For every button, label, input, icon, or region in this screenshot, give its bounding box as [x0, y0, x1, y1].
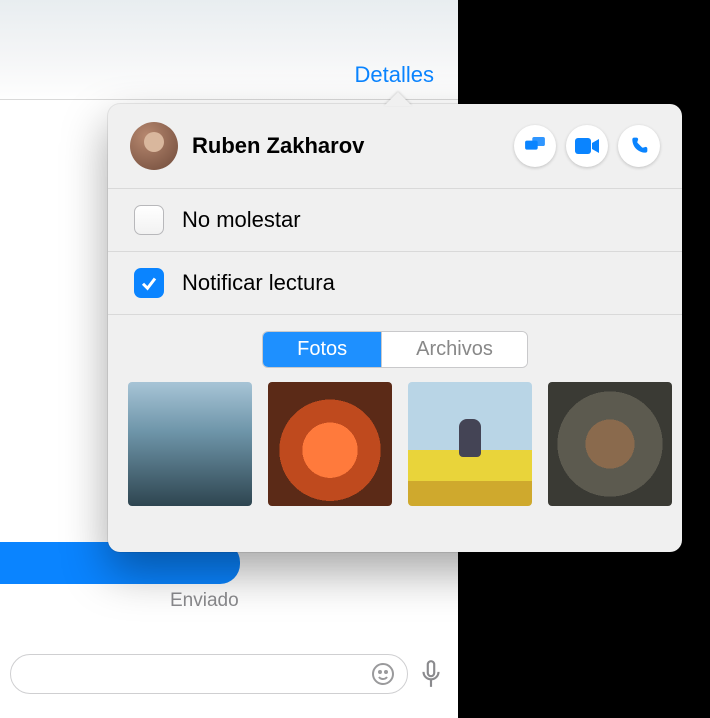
mic-icon[interactable]: [418, 659, 448, 689]
do-not-disturb-checkbox[interactable]: [134, 205, 164, 235]
video-icon: [575, 138, 599, 154]
message-input[interactable]: [10, 654, 408, 694]
do-not-disturb-label: No molestar: [182, 207, 301, 233]
share-screen-button[interactable]: [514, 125, 556, 167]
read-receipts-row: Notificar lectura: [108, 252, 682, 315]
conversation-header: Detalles: [0, 0, 458, 100]
emoji-icon[interactable]: [371, 662, 395, 686]
photo-thumbnail[interactable]: [548, 382, 672, 506]
segmented-control: Fotos Archivos: [262, 331, 528, 368]
details-button[interactable]: Detalles: [349, 61, 440, 89]
compose-row: [10, 652, 448, 696]
photo-thumbnail[interactable]: [268, 382, 392, 506]
read-receipts-checkbox[interactable]: [134, 268, 164, 298]
contact-actions: [514, 125, 660, 167]
delivery-status: Enviado: [170, 590, 239, 612]
photo-thumbnail[interactable]: [128, 382, 252, 506]
phone-icon: [629, 136, 649, 156]
tab-files[interactable]: Archivos: [381, 332, 527, 367]
share-screen-icon: [524, 137, 546, 155]
attachments-tabs: Fotos Archivos: [108, 315, 682, 382]
avatar[interactable]: [130, 122, 178, 170]
do-not-disturb-row: No molestar: [108, 189, 682, 252]
photo-thumbnails: [108, 382, 682, 526]
tab-photos[interactable]: Fotos: [263, 332, 381, 367]
details-popover: Ruben Zakharov: [108, 104, 682, 552]
read-receipts-label: Notificar lectura: [182, 270, 335, 296]
contact-name: Ruben Zakharov: [192, 133, 500, 159]
popover-header: Ruben Zakharov: [108, 104, 682, 189]
photo-thumbnail[interactable]: [408, 382, 532, 506]
video-call-button[interactable]: [566, 125, 608, 167]
audio-call-button[interactable]: [618, 125, 660, 167]
